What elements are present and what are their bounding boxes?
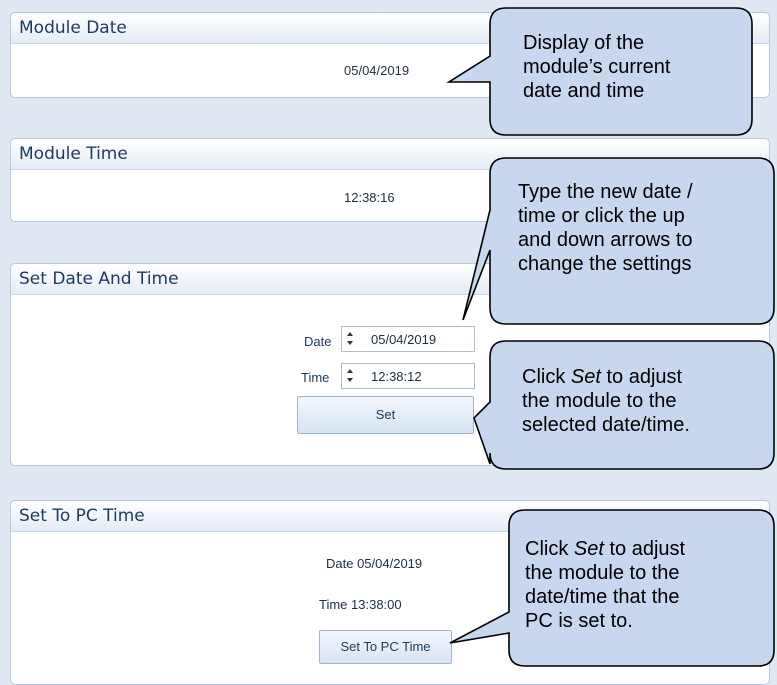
callout-text-3: Click Set to adjust the module to the se…	[522, 366, 690, 436]
callout-text-1: Display of the module’s current date and…	[523, 32, 671, 102]
callout-text-4: Click Set to adjust the module to the da…	[525, 538, 686, 632]
callout-text-2: Type the new date / time or click the up…	[518, 181, 693, 275]
